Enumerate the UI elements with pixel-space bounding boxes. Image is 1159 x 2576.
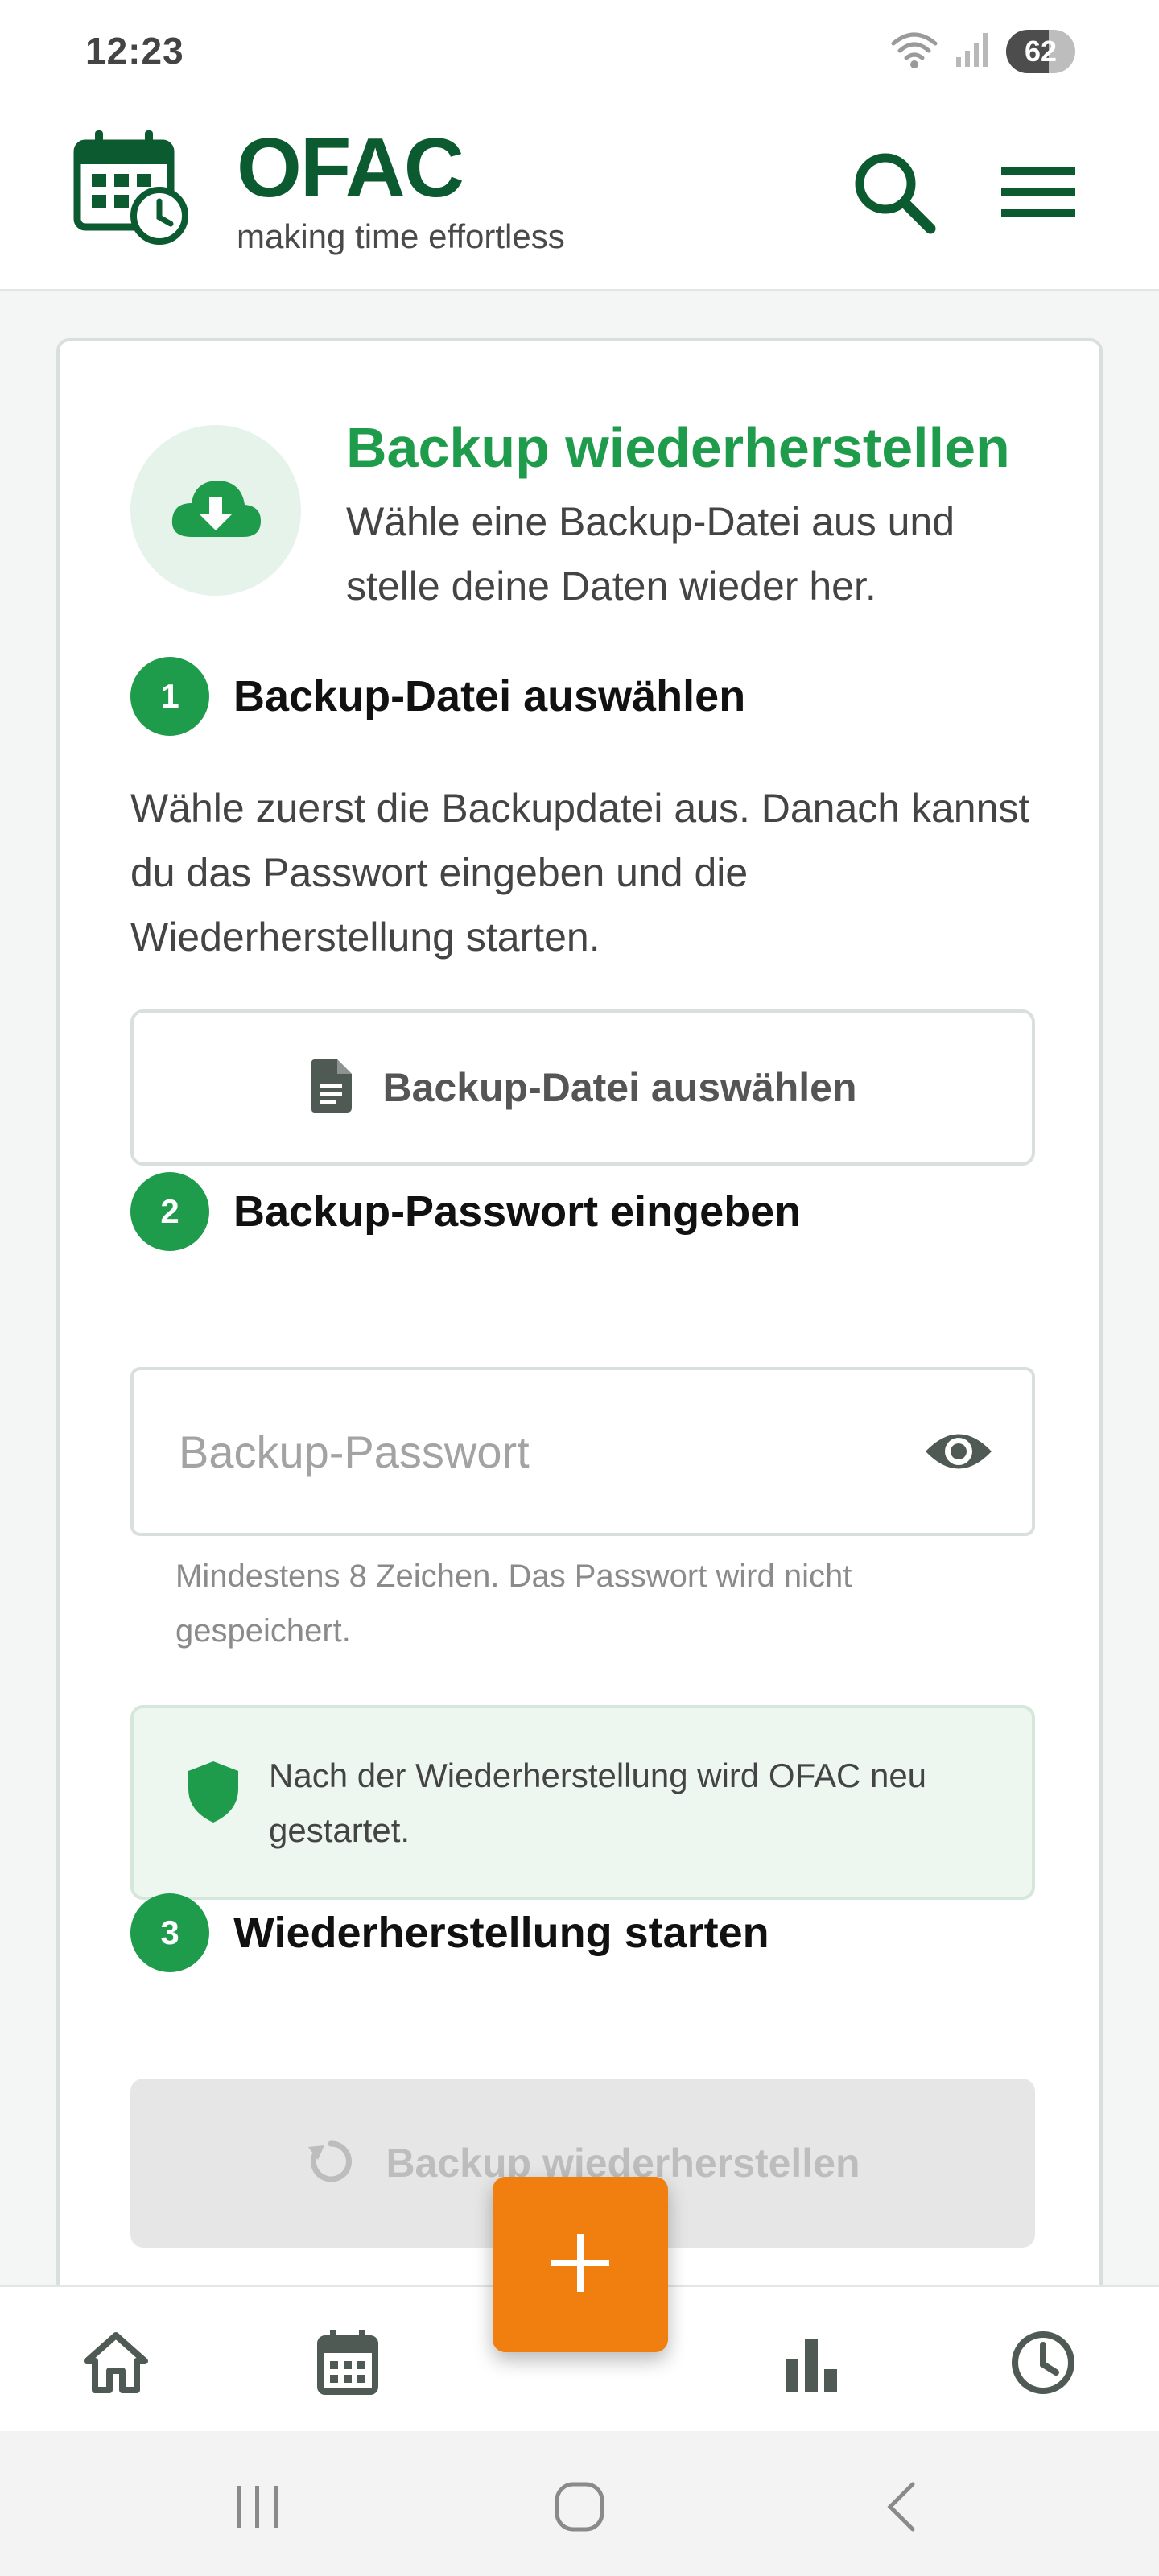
status-bar: 12:23 62 — [0, 0, 1159, 97]
card-title: Backup wiederherstellen — [346, 416, 1010, 479]
wifi-icon — [889, 27, 940, 75]
status-time: 12:23 — [85, 30, 184, 72]
step-1-header: 1 Backup-Datei auswählen — [130, 657, 745, 736]
battery-indicator: 62 — [1006, 29, 1075, 73]
add-entry-fab[interactable] — [493, 2177, 668, 2352]
select-backup-file-label: Backup-Datei auswählen — [382, 1065, 857, 1110]
calendar-clock-logo-icon — [72, 126, 193, 246]
search-icon — [845, 153, 942, 243]
app-name: OFAC — [237, 122, 464, 215]
hero-icon-circle — [130, 425, 301, 596]
step-3-title: Wiederherstellung starten — [233, 1909, 769, 1957]
restart-info-box: Nach der Wiederherstellung wird OFAC neu… — [130, 1705, 1035, 1900]
password-input[interactable] — [179, 1370, 903, 1533]
add-icon — [548, 2231, 612, 2299]
file-icon — [308, 1059, 353, 1117]
cloud-download-icon — [167, 473, 264, 549]
refresh-icon — [305, 2136, 357, 2191]
back-system-button[interactable] — [869, 2476, 934, 2541]
restore-backup-card: Backup wiederherstellen Wähle eine Backu… — [56, 338, 1103, 2351]
status-icons: 62 — [889, 27, 1075, 75]
home-circle-icon — [554, 2481, 605, 2537]
step-3-header: 3 Wiederherstellung starten — [130, 1893, 769, 1972]
system-navigation-bar — [0, 2431, 1159, 2576]
step-2-number: 2 — [130, 1172, 209, 1251]
app-tagline: making time effortless — [237, 217, 565, 255]
calendar-icon — [316, 2329, 380, 2401]
nav-calendar[interactable] — [307, 2324, 388, 2405]
home-system-button[interactable] — [547, 2476, 612, 2541]
search-button[interactable] — [845, 143, 942, 240]
password-hint: Mindestens 8 Zeichen. Das Passwort wird … — [175, 1558, 852, 1649]
home-icon — [82, 2330, 150, 2399]
bar-chart-icon — [779, 2330, 843, 2399]
toggle-password-visibility-button[interactable] — [922, 1423, 995, 1480]
nav-statistics[interactable] — [771, 2324, 852, 2405]
nav-home[interactable] — [76, 2324, 156, 2405]
signal-icon — [955, 30, 992, 72]
restart-info-text: Nach der Wiederherstellung wird OFAC neu… — [269, 1757, 927, 1849]
step-2-title: Backup-Passwort eingeben — [233, 1187, 802, 1236]
eye-icon — [922, 1434, 995, 1483]
select-backup-file-button[interactable]: Backup-Datei auswählen — [130, 1009, 1035, 1166]
nav-history[interactable] — [1003, 2324, 1083, 2405]
step-2-header: 2 Backup-Passwort eingeben — [130, 1172, 801, 1251]
clock-icon — [1009, 2329, 1077, 2401]
password-field — [130, 1367, 1035, 1536]
menu-button[interactable] — [990, 153, 1087, 233]
hamburger-menu-icon — [990, 167, 1087, 237]
battery-percent: 62 — [1024, 34, 1058, 68]
recent-apps-button[interactable] — [225, 2476, 290, 2541]
card-description: Wähle eine Backup-Datei aus und stelle d… — [346, 499, 955, 609]
recent-apps-icon — [233, 2484, 282, 2533]
step-1-title: Backup-Datei auswählen — [233, 672, 746, 720]
step-3-number: 3 — [130, 1893, 209, 1972]
step-1-description: Wähle zuerst die Backupdatei aus. Danach… — [130, 786, 1030, 960]
app-header: OFAC making time effortless — [0, 97, 1159, 291]
shield-icon — [185, 1760, 241, 1824]
step-1-number: 1 — [130, 657, 209, 736]
back-chevron-icon — [882, 2481, 921, 2537]
